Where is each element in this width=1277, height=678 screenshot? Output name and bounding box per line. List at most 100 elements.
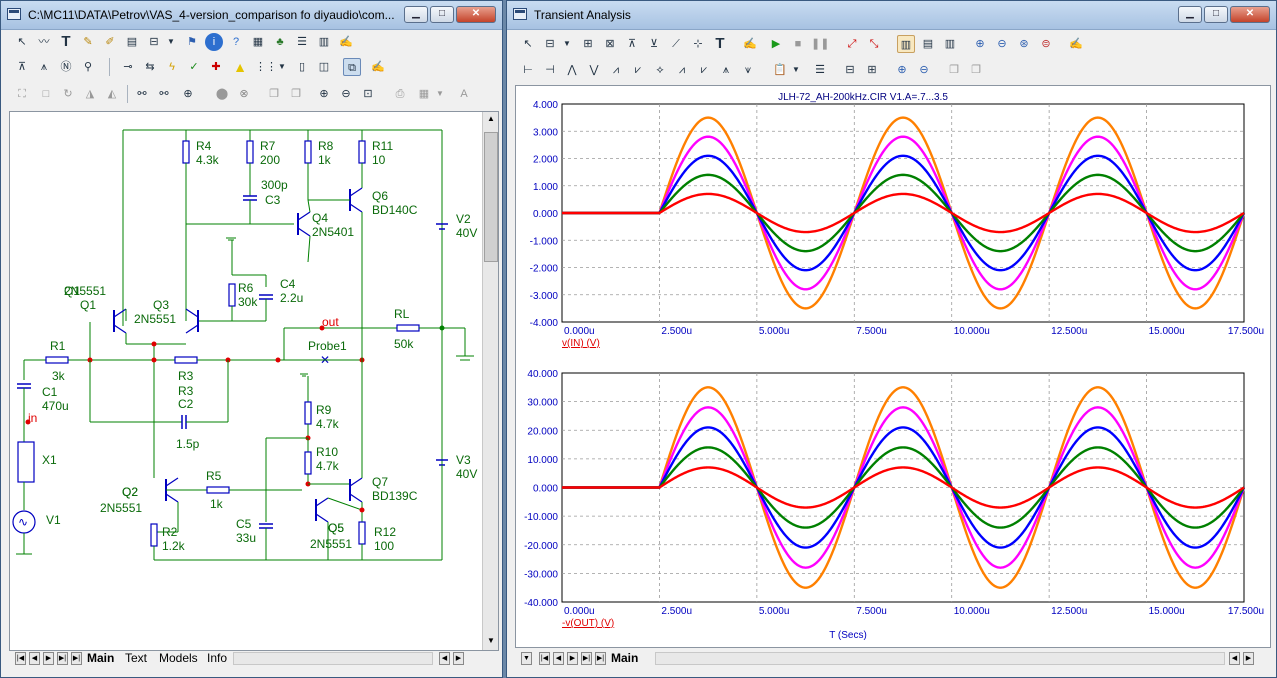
last-page-button[interactable]: ▶| bbox=[57, 652, 68, 665]
probe-icon[interactable]: ⊸ bbox=[119, 58, 137, 76]
rotate-icon[interactable]: ↻ bbox=[59, 85, 77, 103]
print-icon[interactable]: ⎙ bbox=[391, 85, 409, 103]
flip-v-icon[interactable]: ◭ bbox=[103, 85, 121, 103]
bus-icon[interactable]: ▤ bbox=[123, 33, 141, 51]
move-icon[interactable]: ✚ bbox=[207, 58, 225, 76]
end-page-button[interactable]: ▶| bbox=[71, 652, 82, 665]
scrollbar-thumb[interactable] bbox=[484, 132, 498, 262]
first-page-button[interactable]: |◀ bbox=[539, 652, 550, 665]
zoom-tool-icon[interactable]: ⊕ bbox=[179, 85, 197, 103]
run-icon[interactable]: ▶ bbox=[767, 35, 785, 53]
global-high-icon[interactable]: ⩘ bbox=[673, 61, 691, 79]
top-icon[interactable]: ⩚ bbox=[717, 61, 735, 79]
page-icon[interactable]: ▯ bbox=[293, 58, 311, 76]
tree-icon[interactable]: ♣ bbox=[271, 33, 289, 51]
node-icon[interactable]: ⩚ bbox=[35, 58, 53, 76]
marker-icon[interactable]: ⊠ bbox=[601, 35, 619, 53]
dropdown-arrow-icon[interactable]: ▼ bbox=[277, 58, 287, 76]
dropdown-arrow-icon[interactable]: ▼ bbox=[791, 61, 801, 79]
minimize-button[interactable]: ▁ bbox=[404, 6, 428, 23]
schematic-canvas[interactable]: R4 4.3k R7 200 300p C3 R8 1k R11 10 Q4 2N5401 Q6 BD14… bbox=[9, 111, 499, 651]
slope-icon[interactable]: ⟋ bbox=[667, 35, 685, 53]
props-icon[interactable]: ✍ bbox=[369, 58, 387, 76]
clear-icon[interactable]: ⊜ bbox=[1037, 35, 1055, 53]
text-tool-icon[interactable]: T bbox=[57, 33, 75, 51]
list-icon[interactable]: ☰ bbox=[811, 61, 829, 79]
last-page-button[interactable]: ▶| bbox=[581, 652, 592, 665]
stop-icon[interactable]: ⬤ bbox=[213, 85, 231, 103]
copy-icon[interactable]: ❐ bbox=[265, 85, 283, 103]
valley-icon[interactable]: ⊻ bbox=[645, 35, 663, 53]
numbers-icon[interactable]: Ⓝ bbox=[57, 58, 75, 76]
zoom-out-icon[interactable]: ⊖ bbox=[337, 85, 355, 103]
arrows-icon[interactable]: ⇆ bbox=[141, 58, 159, 76]
global-low-icon[interactable]: ⩗ bbox=[695, 61, 713, 79]
schematic-vertical-scrollbar[interactable]: ▲ ▼ bbox=[482, 112, 498, 650]
copy-icon[interactable]: ❐ bbox=[945, 61, 963, 79]
text-attr-icon[interactable]: ⊼ bbox=[13, 58, 31, 76]
layout-icon[interactable]: ▦ bbox=[415, 85, 433, 103]
zoom-fit-icon[interactable]: ⊡ bbox=[359, 85, 377, 103]
stepping-off-icon[interactable]: ⤡ bbox=[865, 35, 883, 53]
peak-icon[interactable]: ⋀ bbox=[563, 61, 581, 79]
maximize-button[interactable]: □ bbox=[430, 6, 454, 23]
tab-text[interactable]: Text bbox=[125, 651, 147, 665]
state-variables-icon[interactable]: ▥ bbox=[941, 35, 959, 53]
prev-page-button[interactable]: ◀ bbox=[29, 652, 40, 665]
cursor-left-icon[interactable]: ⊢ bbox=[519, 61, 537, 79]
select-arrow-icon[interactable]: ↖ bbox=[519, 35, 537, 53]
horizontal-scrollbar[interactable] bbox=[233, 652, 433, 665]
cursor-icon[interactable]: ⊟ bbox=[541, 35, 559, 53]
info-icon[interactable]: i bbox=[205, 33, 223, 51]
pencil-icon[interactable]: ✎ bbox=[79, 33, 97, 51]
minimize-button[interactable]: ▁ bbox=[1178, 6, 1202, 23]
font-icon[interactable]: A bbox=[455, 85, 473, 103]
select-arrow-icon[interactable]: ↖ bbox=[13, 33, 31, 51]
lightning-icon[interactable]: ϟ bbox=[163, 58, 181, 76]
schematic-titlebar[interactable]: C:\MC11\DATA\Petrov\VAS_4-version_compar… bbox=[1, 1, 502, 30]
scroll-right-button[interactable]: ▶ bbox=[453, 652, 464, 665]
cursor-right-icon[interactable]: ⊣ bbox=[541, 61, 559, 79]
check-icon[interactable]: ✓ bbox=[185, 58, 203, 76]
dropdown-button[interactable]: ▼ bbox=[521, 652, 532, 665]
zoom-in-icon[interactable]: ⊕ bbox=[893, 61, 911, 79]
table-icon[interactable]: ▥ bbox=[315, 33, 333, 51]
tab-main[interactable]: Main bbox=[611, 651, 638, 665]
maximize-button[interactable]: □ bbox=[1204, 6, 1228, 23]
pause-icon[interactable]: ❚❚ bbox=[811, 35, 829, 53]
scroll-left-button[interactable]: ◀ bbox=[1229, 652, 1240, 665]
prev-page-button[interactable]: ◀ bbox=[553, 652, 564, 665]
wire-icon[interactable]: 〰 bbox=[35, 33, 53, 51]
tab-info[interactable]: Info bbox=[207, 651, 227, 665]
horizontal-scrollbar[interactable] bbox=[655, 652, 1225, 665]
scroll-left-button[interactable]: ◀ bbox=[439, 652, 450, 665]
brush-icon[interactable]: ✐ bbox=[101, 33, 119, 51]
close-button[interactable]: ✕ bbox=[456, 6, 496, 23]
end-page-button[interactable]: ▶| bbox=[595, 652, 606, 665]
low-icon[interactable]: ⩗ bbox=[629, 61, 647, 79]
tab-main[interactable]: Main bbox=[87, 651, 114, 665]
tile-v-icon[interactable]: ⊞ bbox=[863, 61, 881, 79]
find-icon[interactable]: ⚯ bbox=[133, 85, 151, 103]
close-button[interactable]: ✕ bbox=[1230, 6, 1270, 23]
analysis-titlebar[interactable]: Transient Analysis ▁ □ ✕ bbox=[507, 1, 1276, 30]
first-page-button[interactable]: |◀ bbox=[15, 652, 26, 665]
grid-dots-icon[interactable]: ⋮⋮ bbox=[255, 58, 277, 76]
tab-models[interactable]: Models bbox=[159, 651, 198, 665]
select-region-icon[interactable]: ⛶ bbox=[13, 85, 31, 103]
pin-icon[interactable]: ⚲ bbox=[79, 58, 97, 76]
dropdown-arrow-icon[interactable]: ▼ bbox=[435, 85, 445, 103]
plot-format-icon[interactable]: ▥ bbox=[897, 35, 915, 53]
zoom-fit-icon[interactable]: ⊛ bbox=[1015, 35, 1033, 53]
warning-icon[interactable]: ▲ bbox=[231, 58, 249, 76]
numeric-output-icon[interactable]: ▤ bbox=[919, 35, 937, 53]
list-icon[interactable]: ☰ bbox=[293, 33, 311, 51]
grid-icon[interactable]: ▦ bbox=[249, 33, 267, 51]
stepping-icon[interactable]: ⤢ bbox=[843, 35, 861, 53]
dropdown-arrow-icon[interactable]: ▼ bbox=[562, 35, 572, 53]
analysis-props-icon[interactable]: ✍ bbox=[1067, 35, 1085, 53]
next-page-button[interactable]: ▶ bbox=[567, 652, 578, 665]
scale-icon[interactable]: ⊞ bbox=[579, 35, 597, 53]
box-icon[interactable]: □ bbox=[37, 85, 55, 103]
properties-icon[interactable]: ✍ bbox=[741, 35, 759, 53]
